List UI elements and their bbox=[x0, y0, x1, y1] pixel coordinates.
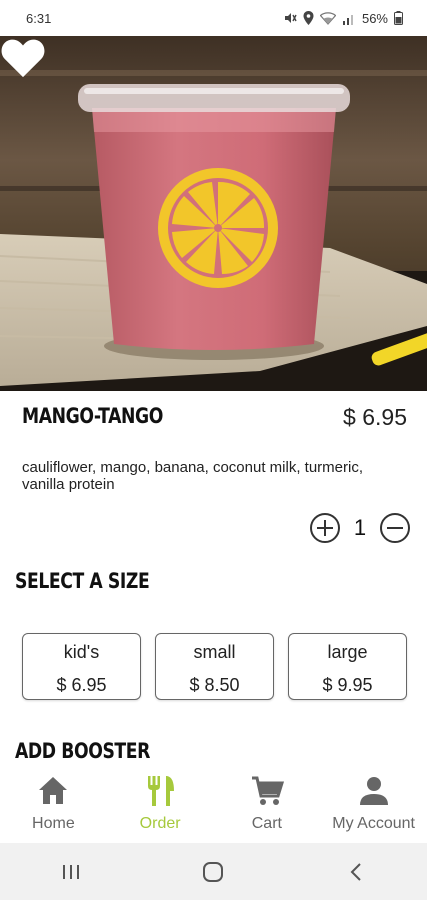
nav-label: Cart bbox=[251, 815, 282, 832]
status-icons: 56% bbox=[283, 11, 403, 26]
bottom-nav: Home Order Cart My Account bbox=[0, 768, 427, 843]
size-price: $ 8.50 bbox=[189, 675, 240, 695]
person-icon bbox=[359, 777, 388, 805]
nav-item-home[interactable]: Home bbox=[0, 768, 107, 843]
location-icon bbox=[303, 11, 314, 25]
system-home-button[interactable] bbox=[183, 852, 243, 892]
back-icon bbox=[350, 862, 361, 881]
fork-knife-icon bbox=[148, 776, 175, 806]
product-image bbox=[0, 36, 427, 391]
signal-icon bbox=[342, 14, 353, 25]
plus-circle-icon[interactable] bbox=[309, 512, 341, 544]
size-option-small[interactable]: small $ 8.50 bbox=[155, 633, 274, 700]
recents-icon bbox=[63, 864, 80, 879]
mute-icon bbox=[284, 13, 297, 23]
size-option-kids[interactable]: kid's $ 6.95 bbox=[22, 633, 141, 700]
size-price: $ 6.95 bbox=[56, 675, 107, 695]
nav-label: Order bbox=[139, 815, 181, 832]
cart-icon bbox=[251, 776, 284, 805]
recents-button[interactable] bbox=[41, 852, 101, 892]
nav-item-order[interactable]: Order bbox=[107, 768, 214, 843]
select-size-heading: SELECT A SIZE bbox=[15, 569, 150, 593]
home-icon bbox=[39, 777, 68, 804]
product-description: cauliflower, mango, banana, coconut milk… bbox=[22, 459, 363, 493]
status-bar: 6:31 56% bbox=[0, 0, 427, 36]
quantity-stepper: 1 bbox=[309, 512, 411, 544]
battery-percent: 56% bbox=[361, 10, 388, 26]
size-option-large[interactable]: large $ 9.95 bbox=[288, 633, 407, 700]
heart-icon[interactable] bbox=[0, 36, 46, 80]
status-time: 6:31 bbox=[26, 10, 52, 26]
size-price: $ 9.95 bbox=[322, 675, 373, 695]
wifi-icon bbox=[319, 11, 336, 25]
system-nav-bar bbox=[0, 843, 427, 900]
smoothie-cup-photo bbox=[0, 36, 427, 391]
nav-label: Home bbox=[32, 815, 75, 832]
product-name: MANGO-TANGO bbox=[22, 404, 164, 428]
nav-label: My Account bbox=[332, 815, 415, 832]
battery-icon bbox=[394, 11, 403, 25]
size-name: small bbox=[193, 642, 236, 662]
size-options: kid's $ 6.95 small $ 8.50 large $ 9.95 bbox=[22, 633, 407, 700]
back-button[interactable] bbox=[326, 852, 386, 892]
minus-circle-icon[interactable] bbox=[379, 512, 411, 544]
size-name: kid's bbox=[63, 642, 100, 662]
product-price: $ 6.95 bbox=[343, 404, 407, 430]
home-circle-icon bbox=[203, 861, 224, 882]
nav-item-account[interactable]: My Account bbox=[320, 768, 427, 843]
quantity-value: 1 bbox=[353, 515, 367, 540]
nav-item-cart[interactable]: Cart bbox=[214, 768, 321, 843]
add-booster-heading: ADD BOOSTER bbox=[15, 739, 150, 763]
size-name: large bbox=[327, 642, 368, 662]
